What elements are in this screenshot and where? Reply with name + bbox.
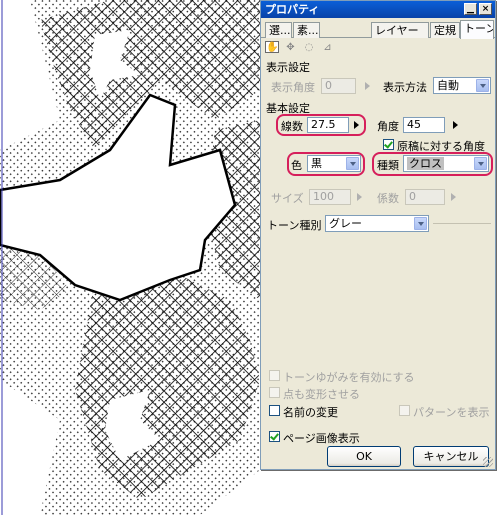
points-checkbox[interactable] xyxy=(269,387,280,398)
tab-material[interactable]: 素... xyxy=(293,22,320,38)
points-label: 点も変形させる xyxy=(283,388,360,401)
angle-label: 角度 xyxy=(377,120,399,133)
type-select[interactable]: クロス xyxy=(403,155,489,172)
tool-icon-row: ✋ ✥ ◌ ⊿ xyxy=(261,38,495,54)
display-method-label: 表示方法 xyxy=(383,81,427,94)
show-pattern-label: パターンを表示 xyxy=(413,406,490,419)
page-image-label: ページ画像表示 xyxy=(283,432,360,445)
tab-tone[interactable]: トーン xyxy=(460,20,494,39)
relative-angle-checkbox[interactable] xyxy=(383,139,394,150)
rotate-icon[interactable]: ◌ xyxy=(302,42,316,54)
tone-kind-label: トーン種別 xyxy=(267,219,322,232)
display-method-select[interactable]: 自動 xyxy=(433,77,491,94)
ok-button[interactable]: OK xyxy=(327,446,401,467)
display-method-value: 自動 xyxy=(437,79,459,92)
color-value: 黒 xyxy=(311,157,322,170)
display-angle-arrow-icon[interactable] xyxy=(365,82,370,90)
angle-arrow-icon[interactable] xyxy=(453,121,458,129)
rename-checkbox[interactable] xyxy=(269,405,280,416)
display-settings-heading: 表示設定 xyxy=(266,61,310,74)
size-label: サイズ xyxy=(271,192,304,205)
chevron-down-icon[interactable] xyxy=(346,157,359,170)
panel-tabs: 選... 素... レイヤー 定規 トーン xyxy=(261,20,495,39)
factor-field[interactable]: 0 xyxy=(405,189,445,205)
type-value: クロス xyxy=(407,157,444,170)
tone-kind-divider xyxy=(433,223,491,224)
display-angle-label: 表示角度 xyxy=(271,81,315,94)
show-pattern-checkbox[interactable] xyxy=(399,405,410,416)
angle-field[interactable]: 45 xyxy=(403,117,445,133)
chevron-down-icon[interactable] xyxy=(476,79,489,92)
transform-icon[interactable]: ⊿ xyxy=(321,42,335,54)
size-arrow-icon[interactable] xyxy=(357,193,362,201)
factor-label: 係数 xyxy=(377,192,399,205)
minimize-button[interactable]: ▁ xyxy=(464,3,477,15)
lines-label: 線数 xyxy=(281,120,303,133)
panel-titlebar[interactable]: プロパティ ▁ × xyxy=(261,1,495,18)
page-image-checkbox[interactable] xyxy=(269,431,280,442)
tone-kind-value: グレー xyxy=(329,217,362,230)
close-button[interactable]: × xyxy=(479,3,492,15)
chevron-down-icon[interactable] xyxy=(414,217,427,230)
type-label: 種類 xyxy=(377,159,399,172)
lines-arrow-icon[interactable] xyxy=(354,121,359,129)
properties-panel: プロパティ ▁ × 選... 素... レイヤー 定規 トーン ✋ ✥ ◌ ⊿ … xyxy=(260,0,496,470)
move-icon[interactable]: ✥ xyxy=(284,42,298,54)
resize-grip[interactable] xyxy=(483,457,493,467)
size-field[interactable]: 100 xyxy=(309,189,351,205)
rename-label: 名前の変更 xyxy=(283,406,338,419)
panel-title: プロパティ xyxy=(265,3,320,16)
distort-checkbox[interactable] xyxy=(269,370,280,381)
tab-ruler[interactable]: 定規 xyxy=(430,22,460,38)
cancel-button[interactable]: キャンセル xyxy=(413,446,489,467)
tone-kind-select[interactable]: グレー xyxy=(325,215,429,232)
color-label: 色 xyxy=(291,159,302,172)
distort-label: トーンゆがみを有効にする xyxy=(283,371,415,384)
factor-arrow-icon[interactable] xyxy=(451,193,456,201)
color-select[interactable]: 黒 xyxy=(307,155,361,172)
display-angle-field[interactable]: 0 xyxy=(321,78,356,94)
hand-icon[interactable]: ✋ xyxy=(265,41,279,53)
tab-select[interactable]: 選... xyxy=(265,22,292,38)
tab-layer[interactable]: レイヤー xyxy=(371,22,429,38)
chevron-down-icon[interactable] xyxy=(474,157,487,170)
lines-field[interactable]: 27.5 xyxy=(307,117,349,133)
